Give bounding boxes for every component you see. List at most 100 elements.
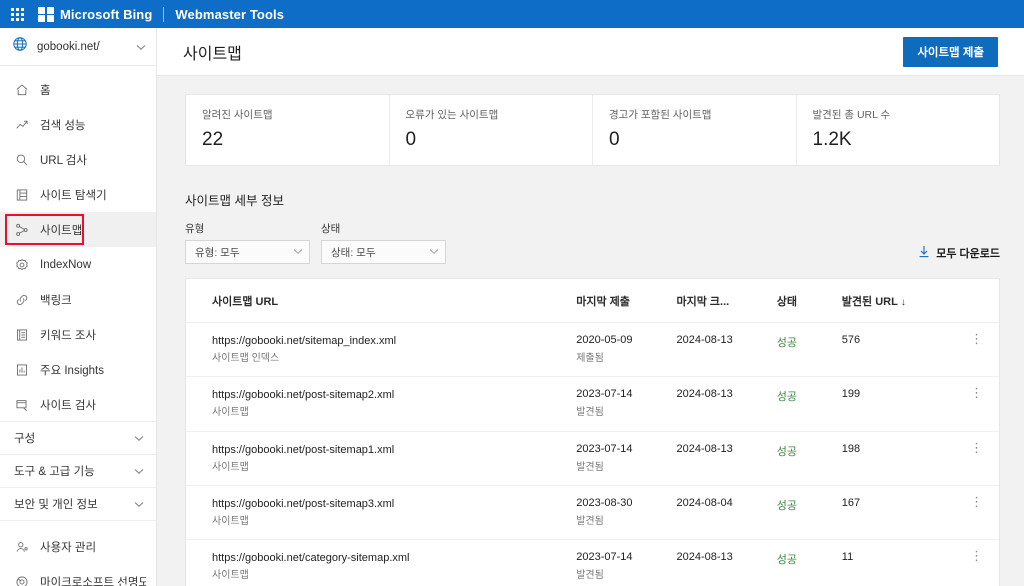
status-filter-select[interactable]: 상태: 모두 <box>321 240 446 264</box>
kebab-menu-icon[interactable]: ⋮ <box>958 495 995 508</box>
column-header-url[interactable]: 사이트맵 URL <box>186 279 577 323</box>
chevron-down-icon <box>134 462 144 480</box>
column-header-urls-discovered[interactable]: 발견된 URL ↓ <box>841 279 959 323</box>
cell-row-actions: ⋮ <box>958 485 999 541</box>
sidebar-item-search-performance[interactable]: 검색 성능 <box>0 107 156 142</box>
content-scroll-area: 알려진 사이트맵 22 오류가 있는 사이트맵 0 경고가 포함된 사이트맵 0… <box>157 76 1024 586</box>
globe-icon <box>12 36 28 57</box>
sidebar-item-backlinks[interactable]: 백링크 <box>0 282 156 317</box>
stat-value: 1.2K <box>812 129 852 150</box>
sitemap-url-text[interactable]: https://gobooki.net/post-sitemap2.xml <box>212 388 572 403</box>
sidebar-item-site-explorer[interactable]: 사이트 탐색기 <box>0 177 156 212</box>
brand-name[interactable]: Microsoft Bing <box>60 7 152 22</box>
stat-label: 오류가 있는 사이트맵 <box>405 109 499 121</box>
sidebar-item-top-insights[interactable]: 주요 Insights <box>0 352 156 387</box>
kebab-menu-icon[interactable]: ⋮ <box>958 386 995 399</box>
sidebar-group-tools-advanced[interactable]: 도구 & 고급 기능 <box>0 454 156 488</box>
site-explorer-icon <box>14 187 30 203</box>
sitemap-url-text[interactable]: https://gobooki.net/post-sitemap3.xml <box>212 497 572 512</box>
table-row[interactable]: https://gobooki.net/category-sitemap.xml… <box>186 539 999 586</box>
chevron-down-icon <box>293 246 303 258</box>
sidebar-item-url-inspection[interactable]: URL 검사 <box>0 142 156 177</box>
global-header: Microsoft Bing Webmaster Tools <box>0 0 1024 28</box>
sitemap-url-text[interactable]: https://gobooki.net/sitemap_index.xml <box>212 334 572 349</box>
sidebar: gobooki.net/ 홈 검색 성능 URL 검사 사이트 탐색기 사이트맵… <box>0 28 157 586</box>
sitemaps-table: 사이트맵 URL 마지막 제출 마지막 크... 상태 발견된 URL ↓ htt… <box>186 279 999 586</box>
cell-row-actions: ⋮ <box>958 376 999 432</box>
kebab-menu-icon[interactable]: ⋮ <box>958 441 995 454</box>
sitemap-url-text[interactable]: https://gobooki.net/post-sitemap1.xml <box>212 443 572 458</box>
sidebar-group-configuration[interactable]: 구성 <box>0 421 156 455</box>
app-launcher-icon[interactable] <box>9 6 25 22</box>
sidebar-item-indexnow[interactable]: IndexNow <box>0 247 156 282</box>
status-filter-value: 상태: 모두 <box>331 246 376 259</box>
table-row[interactable]: https://gobooki.net/sitemap_index.xml 사이트… <box>186 322 999 378</box>
last-crawled-date: 2024-08-13 <box>676 388 733 401</box>
home-icon <box>14 82 30 98</box>
kebab-menu-icon[interactable]: ⋮ <box>958 332 995 345</box>
download-all-button[interactable]: 모두 다운로드 <box>918 245 1000 264</box>
chevron-down-icon <box>134 495 144 513</box>
last-submitted-date: 2023-08-30 <box>576 497 633 510</box>
table-row[interactable]: https://gobooki.net/post-sitemap2.xml 사이트… <box>186 376 999 432</box>
column-header-status[interactable]: 상태 <box>776 279 842 323</box>
column-header-last-submitted[interactable]: 마지막 제출 <box>576 279 677 323</box>
sidebar-item-label: 홈 <box>40 84 51 97</box>
sort-descending-icon: ↓ <box>900 297 906 308</box>
cell-sitemap-url: https://gobooki.net/post-sitemap3.xml 사이트… <box>186 485 577 541</box>
filter-bar: 유형 유형: 모두 상태 상태: 모두 모두 다운로드 <box>185 221 1000 264</box>
cell-last-crawled: 2024-08-13 <box>676 322 777 378</box>
urls-discovered-value: 11 <box>841 551 854 564</box>
table-row[interactable]: https://gobooki.net/post-sitemap1.xml 사이트… <box>186 431 999 487</box>
stat-value: 0 <box>609 129 620 150</box>
sidebar-group-security-privacy[interactable]: 보안 및 개인 정보 <box>0 487 156 521</box>
sidebar-item-microsoft-clarity[interactable]: 마이크로소프트 선명도 <box>0 564 156 586</box>
submit-sitemap-button[interactable]: 사이트맵 제출 <box>903 36 998 67</box>
sitemaps-table-card: 사이트맵 URL 마지막 제출 마지막 크... 상태 발견된 URL ↓ htt… <box>185 278 1000 586</box>
sitemap-type-text: 사이트맵 <box>212 570 249 582</box>
table-row[interactable]: https://gobooki.net/post-sitemap3.xml 사이트… <box>186 485 999 541</box>
cell-sitemap-url: https://gobooki.net/sitemap_index.xml 사이트… <box>186 322 577 378</box>
sitemap-type-text: 사이트맵 인덱스 <box>212 352 280 364</box>
type-filter-value: 유형: 모두 <box>195 246 240 259</box>
link-icon <box>14 292 30 308</box>
brand-divider <box>163 6 165 22</box>
sitemap-url-text[interactable]: https://gobooki.net/category-sitemap.xml <box>212 551 572 566</box>
last-submitted-date: 2023-07-14 <box>576 442 633 455</box>
last-crawled-date: 2024-08-04 <box>676 497 733 510</box>
urls-discovered-value: 199 <box>841 388 861 401</box>
column-header-last-crawled[interactable]: 마지막 크... <box>676 279 777 323</box>
last-submitted-state: 제출됨 <box>576 353 604 364</box>
page-title: 사이트맵 <box>183 45 242 63</box>
table-body: https://gobooki.net/sitemap_index.xml 사이트… <box>186 322 999 586</box>
cell-sitemap-url: https://gobooki.net/post-sitemap2.xml 사이트… <box>186 376 577 432</box>
last-submitted-date: 2023-07-14 <box>576 388 633 401</box>
cell-sitemap-url: https://gobooki.net/post-sitemap1.xml 사이트… <box>186 431 577 487</box>
sidebar-item-home[interactable]: 홈 <box>0 72 156 107</box>
sidebar-item-label: 검색 성능 <box>40 119 86 132</box>
sidebar-item-sitemaps[interactable]: 사이트맵 <box>0 212 156 247</box>
table-header-row: 사이트맵 URL 마지막 제출 마지막 크... 상태 발견된 URL ↓ <box>186 279 999 323</box>
sidebar-item-site-scan[interactable]: 사이트 검사 <box>0 387 156 422</box>
cell-urls-discovered: 576 <box>841 322 959 378</box>
sidebar-item-user-management[interactable]: 사용자 관리 <box>0 529 156 564</box>
sidebar-item-label: URL 검사 <box>40 154 87 167</box>
cell-last-crawled: 2024-08-13 <box>676 376 777 432</box>
product-name[interactable]: Webmaster Tools <box>175 7 284 22</box>
keyword-icon <box>14 327 30 343</box>
table-head: 사이트맵 URL 마지막 제출 마지막 크... 상태 발견된 URL ↓ <box>186 279 999 323</box>
cell-last-crawled: 2024-08-13 <box>676 539 777 586</box>
stat-known-sitemaps: 알려진 사이트맵 22 <box>186 95 390 165</box>
kebab-menu-icon[interactable]: ⋮ <box>958 549 995 562</box>
sidebar-item-keyword-research[interactable]: 키워드 조사 <box>0 317 156 352</box>
status-badge: 성공 <box>776 554 798 567</box>
stat-total-urls-discovered: 발견된 총 URL 수 1.2K <box>797 95 1000 165</box>
stat-sitemaps-with-warnings: 경고가 포함된 사이트맵 0 <box>593 95 797 165</box>
status-badge: 성공 <box>776 500 798 513</box>
last-submitted-state: 발견됨 <box>576 570 604 582</box>
filter-status: 상태 상태: 모두 <box>321 221 446 264</box>
sitemap-type-text: 사이트맵 <box>212 461 249 473</box>
type-filter-select[interactable]: 유형: 모두 <box>185 240 310 264</box>
site-picker[interactable]: gobooki.net/ <box>0 28 156 66</box>
column-header-label: 발견된 URL <box>841 296 898 308</box>
